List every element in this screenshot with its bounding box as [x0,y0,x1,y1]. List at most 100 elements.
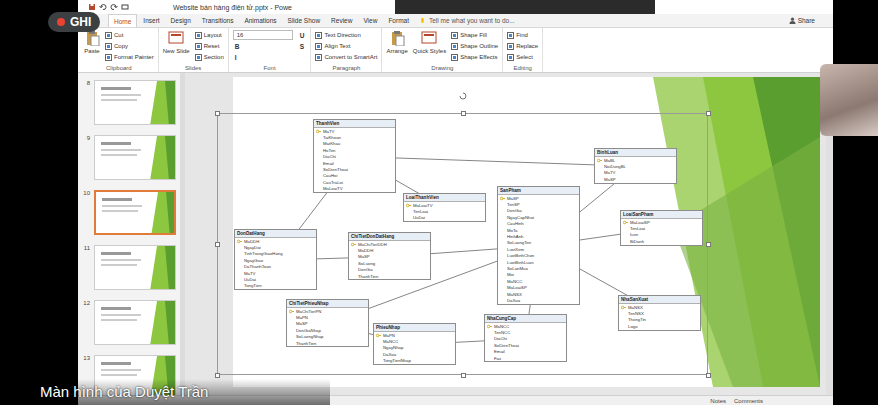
font-size-field[interactable]: 16 [233,30,293,40]
entity-table[interactable]: NhaSanXuatMaNSXTenNSXThongTinLogo [618,295,701,331]
entity-table[interactable]: ThanhVienMaTVTaiKhoanMatKhauHoTenDiaChiE… [313,119,396,193]
slide-number: 9 [82,135,90,141]
format-button[interactable]: U [298,30,307,40]
ribbon-button[interactable]: Section [195,52,224,62]
ribbon-tab[interactable]: Design [166,14,196,27]
ribbon-button[interactable]: Replace [507,41,538,51]
field-marker-icon [237,264,242,269]
ribbon-button[interactable]: Format Painter [105,52,154,62]
slide-thumbnail-row[interactable]: 12 [82,300,180,345]
slide-number: 8 [82,80,90,86]
slide-thumbnail-row[interactable]: 9 [82,135,180,180]
field-marker-icon [500,221,505,226]
selection-handle[interactable] [215,242,220,247]
ribbon-button[interactable]: Convert to SmartArt [315,52,377,62]
status-item[interactable]: Notes [710,398,726,404]
slide-thumbnail[interactable] [94,245,176,290]
status-item[interactable]: Comments [734,398,763,404]
entity-table[interactable]: NhaCungCapMaNCCTenNCCDiaChiSoDienThoaiEm… [484,314,567,362]
format-button[interactable]: B [233,41,293,51]
ribbon-tab[interactable]: Insert [138,14,164,27]
field-marker-icon [316,173,321,178]
selection-handle[interactable] [461,373,466,378]
undo-icon[interactable] [99,3,107,11]
tell-me-placeholder[interactable]: Tell me what you want to do... [429,17,515,24]
ribbon-tab[interactable]: View [358,14,382,27]
field-marker-icon [376,339,381,344]
field-name: MaBL [604,158,615,163]
primary-key-icon [237,239,242,244]
ribbon-tab[interactable]: Animations [239,14,281,27]
ribbon-button[interactable]: Cut [105,30,154,40]
ribbon-button[interactable]: Shape Outline [451,41,498,51]
field-marker-icon [500,260,505,265]
ribbon-tab[interactable]: Slide Show [283,14,326,27]
tab-label: Format [388,17,409,24]
ribbon-button[interactable]: Find [507,30,538,40]
save-icon[interactable] [88,3,96,11]
field-name: ThanhTien [358,274,378,279]
entity-table[interactable]: BinhLuanMaBLNoiDungBLMaTVMaSP [594,148,677,184]
slide-thumbnail[interactable] [94,80,176,125]
entity-table[interactable]: DonDatHangMaDDHNgayDatTinhTrangGiaoHangN… [234,229,317,290]
field-marker-icon [351,261,356,266]
entity-table[interactable]: ChiTietPhieuNhapMaChiTietPNMaPNMaSPDonGi… [286,299,369,347]
ribbon-button[interactable]: Text Direction [315,30,377,40]
ribbon-button-label: Convert to SmartArt [324,54,377,60]
entity-field: MaTV [595,170,676,176]
ribbon-button[interactable]: Shape Fill [451,30,498,40]
tell-me-search[interactable]: Tell me what you want to do... [419,14,515,27]
ribbon-button[interactable]: Select [507,52,538,62]
slide-thumbnail-row[interactable]: 11 [82,245,180,290]
ribbon-tab[interactable]: Transitions [197,14,239,27]
ribbon-button[interactable]: Shape Effects [451,52,498,62]
ribbon-button[interactable]: Paste [84,30,100,64]
entity-table[interactable]: PhieuNhapMaPNMaNCCNgayNhapDaXoaTongTienN… [373,323,456,365]
ribbon-button[interactable]: Layout [195,30,224,40]
selection-handle[interactable] [706,111,711,116]
rotate-handle-icon[interactable] [459,92,467,100]
selection-handle[interactable] [461,111,466,116]
selection-handle[interactable] [215,373,220,378]
redo-icon[interactable] [110,3,118,11]
ribbon-tab[interactable]: Home [108,14,137,27]
ribbon-button[interactable]: Reset [195,41,224,51]
slide-preview-icon [96,192,176,235]
slide-thumbnail[interactable] [94,300,176,345]
ribbon-button[interactable]: Arrange [386,30,407,64]
ribbon-button[interactable]: Align Text [315,41,377,51]
slide-thumbnail[interactable] [94,190,176,235]
field-name: ThongTin [628,317,646,322]
slide-thumbnail[interactable] [94,135,176,180]
format-button[interactable]: I [233,52,293,62]
entity-table[interactable]: LoaiSanPhamMaLoaiSPTenLoaiIconBiDanh [620,210,703,246]
format-button[interactable]: S [298,41,307,51]
ribbon-button[interactable]: New Slide [163,30,190,64]
field-marker-icon [376,358,381,363]
share-button[interactable]: Share [789,14,815,27]
er-diagram[interactable]: ThanhVienMaTVTaiKhoanMatKhauHoTenDiaChiE… [217,113,708,375]
ribbon-button-label: Select [516,54,533,60]
slide-thumbnail-row[interactable]: 8 [82,80,180,125]
entity-table[interactable]: ChiTietDonDatHangMaChiTietDDHMaDDHMaSPSo… [348,232,431,280]
entity-field: TenLoai [404,208,485,214]
ribbon-button[interactable]: Quick Styles [413,30,446,64]
entity-field: DonGia [349,267,430,273]
ribbon-tab[interactable]: Review [326,14,357,27]
selection-handle[interactable] [706,242,711,247]
entity-table[interactable]: SanPhamMaSPTenSPDonGiaNgayCapNhatCauHinh… [497,186,580,305]
selection-handle[interactable] [706,373,711,378]
ribbon-button[interactable]: Copy [105,41,154,51]
primary-key-icon [621,305,626,310]
selection-handle[interactable] [215,111,220,116]
entity-field: Icon [621,232,702,238]
entity-field: CauTraLoi [314,179,395,185]
command-icon [389,30,405,46]
participant-video-tile[interactable] [820,64,878,136]
ribbon-tab[interactable]: Format [383,14,414,27]
start-slideshow-icon[interactable] [121,3,129,11]
ribbon-button-label: Copy [114,43,128,49]
slide-thumbnail-row[interactable]: 10 [82,190,180,235]
field-marker-icon [500,240,505,245]
entity-table[interactable]: LoaiThanhVienMaLoaiTVTenLoaiUuDai [403,193,486,222]
